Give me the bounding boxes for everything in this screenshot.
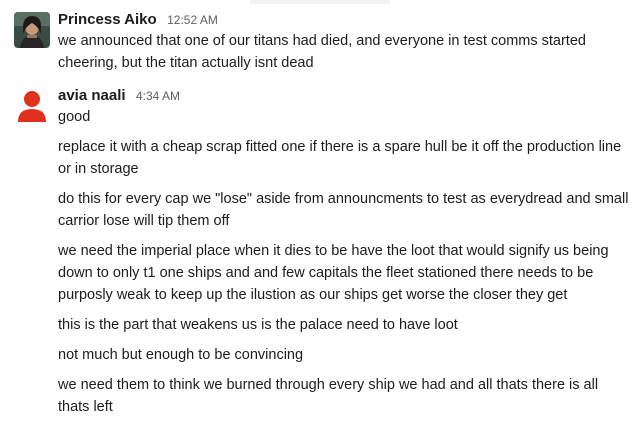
message-text: this is the part that weakens us is the … bbox=[58, 317, 458, 333]
message-text: do this for every cap we "lose" aside fr… bbox=[58, 191, 629, 229]
message-content: Princess Aiko 12:52 AM we announced that… bbox=[58, 10, 629, 74]
message-text: we need them to think we burned through … bbox=[58, 377, 599, 415]
profile-photo-icon[interactable] bbox=[14, 12, 50, 48]
sender-name[interactable]: Princess Aiko bbox=[58, 11, 157, 28]
message-header: avia naali 4:34 AM bbox=[58, 86, 629, 106]
message-text: we announced that one of our titans had … bbox=[58, 33, 586, 71]
default-user-icon[interactable] bbox=[14, 88, 50, 124]
sender-name[interactable]: avia naali bbox=[58, 87, 126, 104]
message-header: Princess Aiko 12:52 AM bbox=[58, 10, 629, 30]
message-text: replace it with a cheap scrap fitted one… bbox=[58, 139, 622, 177]
timestamp[interactable]: 12:52 AM bbox=[167, 13, 218, 27]
message-text: we need the imperial place when it dies … bbox=[58, 243, 609, 303]
message-text: not much but enough to be convincing bbox=[58, 347, 304, 363]
timestamp[interactable]: 4:34 AM bbox=[136, 89, 180, 103]
message-content: avia naali 4:34 AM good replace it with … bbox=[58, 86, 629, 418]
message-text: good bbox=[58, 109, 91, 125]
scroll-edge-strip bbox=[250, 0, 390, 4]
